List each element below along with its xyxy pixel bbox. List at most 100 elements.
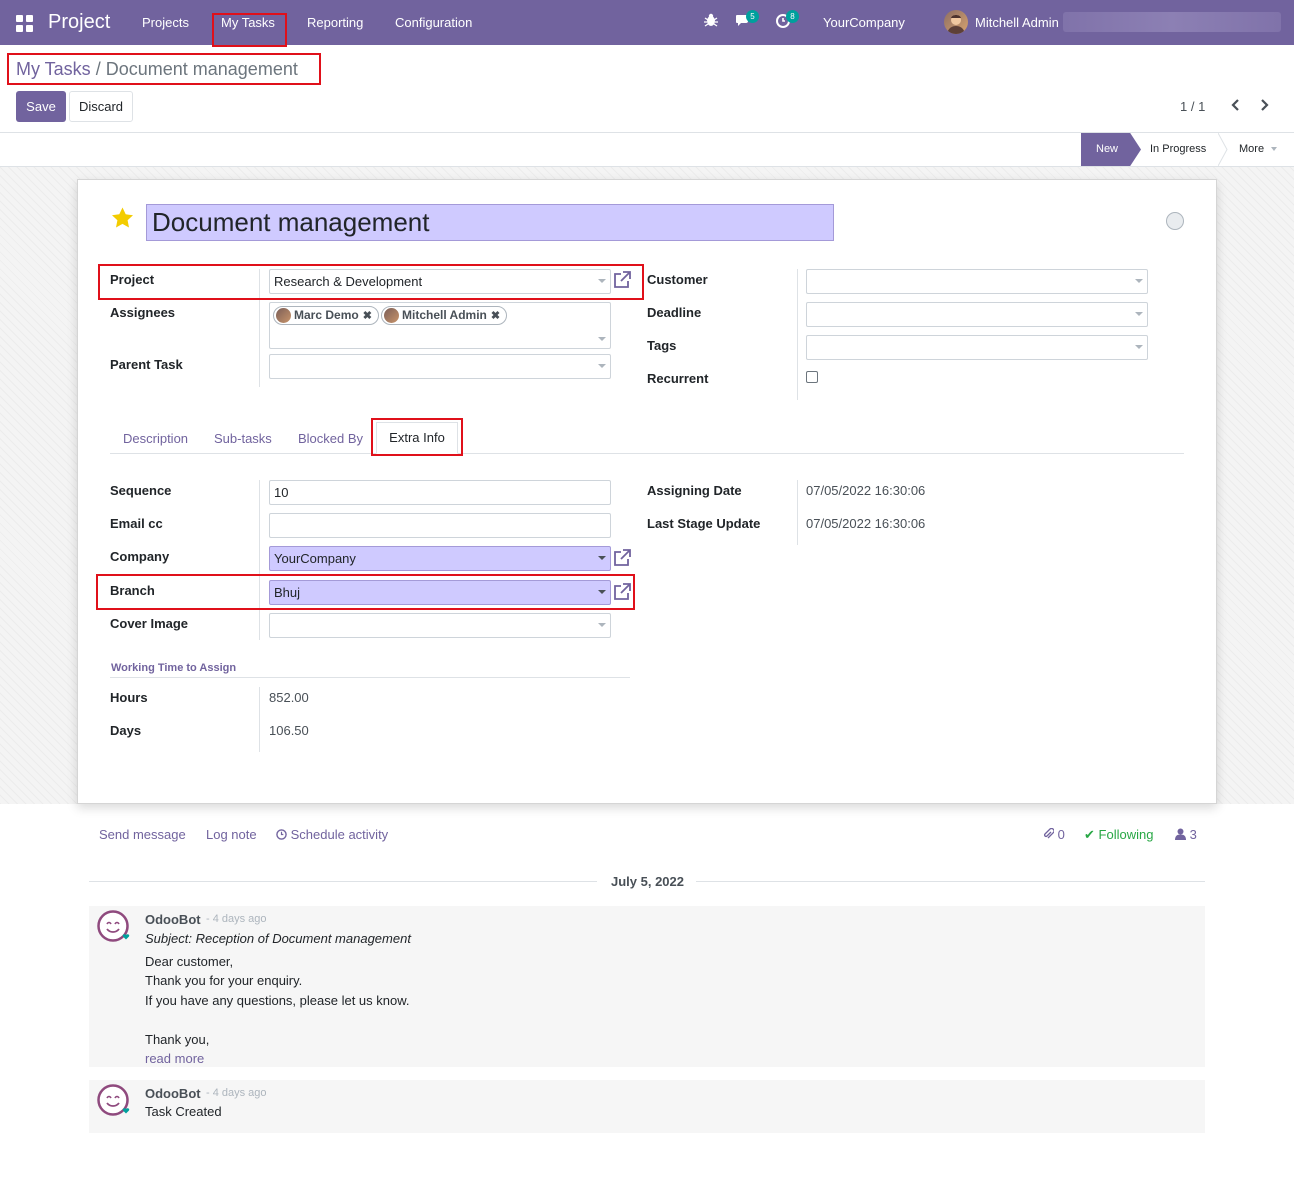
tags-label: Tags — [647, 338, 677, 353]
caret-down-icon — [598, 337, 606, 341]
sequence-label: Sequence — [110, 483, 172, 498]
branch-field[interactable]: Bhuj — [269, 580, 611, 605]
send-message-button[interactable]: Send message — [99, 827, 186, 842]
caret-down-icon — [1271, 147, 1278, 152]
project-label: Project — [110, 272, 155, 287]
task-title-input[interactable]: Document management — [146, 204, 834, 241]
chevron-right-icon[interactable] — [1258, 98, 1272, 114]
message-line: If you have any questions, please let us… — [145, 993, 410, 1008]
parent-task-label: Parent Task — [110, 357, 183, 372]
attachments-button[interactable]: 0 — [1043, 827, 1065, 842]
apps-menu-icon[interactable] — [16, 15, 33, 32]
stage-more-dropdown[interactable]: More — [1239, 143, 1278, 155]
read-more-link[interactable]: read more — [145, 1051, 204, 1066]
clock-icon — [276, 829, 287, 840]
breadcrumb-my-tasks[interactable]: My Tasks — [16, 59, 91, 79]
assignee-tag-mitchell-admin[interactable]: Mitchell Admin ✖ — [381, 306, 508, 325]
external-link-icon[interactable] — [612, 270, 632, 290]
sequence-field[interactable]: 10 — [269, 480, 611, 505]
stage-statusbar: New In Progress More — [0, 132, 1294, 167]
odoobot-avatar-icon — [97, 910, 131, 944]
top-navbar: Project Projects My Tasks Reporting Conf… — [0, 0, 1294, 45]
parent-task-field[interactable] — [269, 354, 611, 379]
check-icon: ✔ — [1084, 827, 1095, 842]
message-body: Task Created — [145, 1104, 222, 1119]
stage-more-label: More — [1239, 143, 1265, 155]
tab-extra-info[interactable]: Extra Info — [376, 422, 458, 454]
schedule-activity-button[interactable]: Schedule activity — [276, 827, 388, 842]
message-author[interactable]: OdooBot — [145, 912, 201, 927]
message-author[interactable]: OdooBot — [145, 1086, 201, 1101]
following-button[interactable]: ✔ Following — [1084, 827, 1153, 843]
assignee-name: Mitchell Admin — [402, 308, 487, 322]
user-menu[interactable]: Mitchell Admin — [975, 15, 1059, 30]
assignee-name: Marc Demo — [294, 308, 359, 322]
user-avatar[interactable] — [944, 10, 968, 34]
debug-bug-icon[interactable] — [703, 12, 723, 32]
last-stage-update-value: 07/05/2022 16:30:06 — [806, 516, 926, 531]
app-brand[interactable]: Project — [48, 11, 110, 34]
external-link-icon[interactable] — [612, 582, 632, 602]
deadline-field[interactable] — [806, 302, 1148, 327]
log-note-button[interactable]: Log note — [206, 827, 257, 842]
caret-down-icon — [598, 279, 606, 283]
breadcrumb: My Tasks / Document management — [16, 59, 298, 80]
recurrent-checkbox[interactable] — [806, 371, 818, 383]
activity-count-badge: 8 — [786, 10, 799, 23]
assignees-label: Assignees — [110, 305, 176, 320]
tab-sub-tasks[interactable]: Sub-tasks — [214, 431, 272, 446]
close-icon[interactable]: ✖ — [363, 310, 372, 322]
chat-count-badge: 5 — [746, 10, 759, 23]
message-time: - 4 days ago — [206, 1087, 267, 1099]
assignee-tag-marc-demo[interactable]: Marc Demo ✖ — [273, 306, 379, 325]
customer-field[interactable] — [806, 269, 1148, 294]
caret-down-icon — [598, 364, 606, 368]
avatar — [384, 308, 399, 323]
working-time-title: Working Time to Assign — [111, 662, 237, 674]
menu-my-tasks[interactable]: My Tasks — [221, 15, 275, 30]
chevron-left-icon[interactable] — [1230, 98, 1244, 114]
message-time: - 4 days ago — [206, 913, 267, 925]
divider — [259, 687, 260, 752]
caret-down-icon — [598, 623, 606, 627]
days-label: Days — [110, 723, 142, 738]
schedule-activity-label: Schedule activity — [290, 827, 389, 842]
odoobot-avatar-icon — [97, 1084, 131, 1118]
save-button[interactable]: Save — [16, 91, 66, 122]
project-field[interactable]: Research & Development — [269, 269, 611, 294]
customer-label: Customer — [647, 272, 708, 287]
tabs-underline — [110, 453, 1184, 454]
caret-down-icon — [1135, 312, 1143, 316]
pager-value[interactable]: 1 / 1 — [1180, 99, 1205, 114]
star-priority-icon[interactable] — [110, 206, 135, 230]
close-icon[interactable]: ✖ — [491, 310, 500, 322]
tab-blocked-by[interactable]: Blocked By — [298, 431, 363, 446]
message-line: Dear customer, — [145, 954, 234, 969]
email-cc-field[interactable] — [269, 513, 611, 538]
stage-new[interactable]: New — [1081, 133, 1141, 166]
menu-projects[interactable]: Projects — [142, 15, 189, 30]
date-divider — [89, 881, 597, 882]
tags-field[interactable] — [806, 335, 1148, 360]
tab-description[interactable]: Description — [123, 431, 188, 446]
deadline-label: Deadline — [647, 305, 702, 320]
company-switcher[interactable]: YourCompany — [823, 15, 905, 30]
branch-label: Branch — [110, 583, 155, 598]
cover-image-label: Cover Image — [110, 616, 189, 631]
section-divider — [110, 677, 630, 678]
chat-icon[interactable]: 5 — [735, 10, 759, 32]
caret-down-icon — [598, 556, 606, 560]
cover-image-field[interactable] — [269, 613, 611, 638]
external-link-icon[interactable] — [612, 548, 632, 568]
assigning-date-label: Assigning Date — [647, 483, 742, 498]
kanban-state-icon[interactable] — [1166, 212, 1184, 230]
menu-reporting[interactable]: Reporting — [307, 15, 363, 30]
discard-button[interactable]: Discard — [69, 91, 133, 122]
stage-in-progress[interactable]: In Progress — [1150, 143, 1206, 155]
date-divider — [696, 881, 1205, 882]
activity-clock-icon[interactable]: 8 — [775, 10, 799, 32]
menu-configuration[interactable]: Configuration — [395, 15, 472, 30]
company-field[interactable]: YourCompany — [269, 546, 611, 571]
paperclip-icon — [1043, 827, 1055, 839]
followers-button[interactable]: 3 — [1175, 827, 1197, 842]
